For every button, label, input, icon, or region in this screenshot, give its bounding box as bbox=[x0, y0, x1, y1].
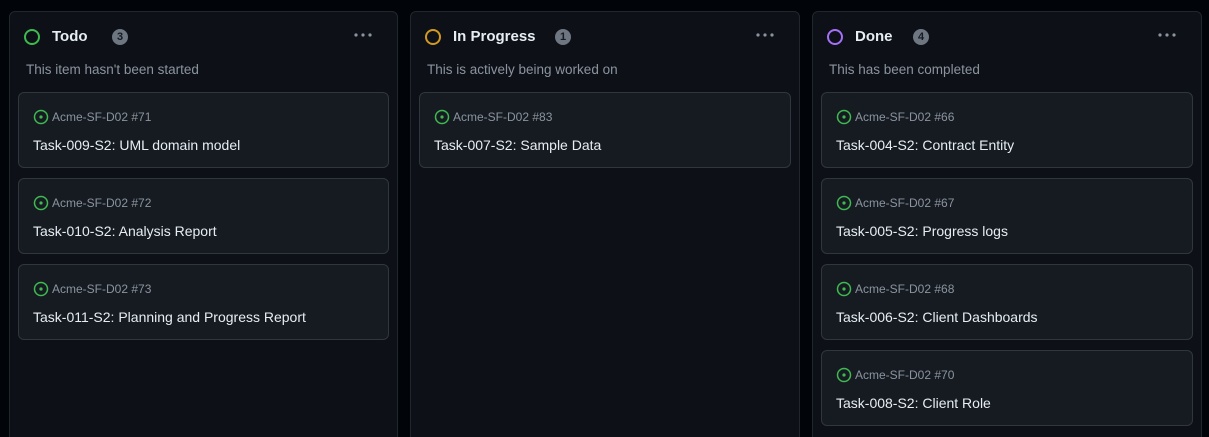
issue-title[interactable]: Task-011-S2: Planning and Progress Repor… bbox=[33, 308, 306, 326]
card-list: Acme-SF-D02 #71 Task-009-S2: UML domain … bbox=[18, 92, 389, 350]
issue-opened-icon bbox=[836, 281, 852, 297]
issue-opened-icon bbox=[836, 367, 852, 383]
issue-card[interactable]: Acme-SF-D02 #72 Task-010-S2: Analysis Re… bbox=[18, 178, 389, 254]
column-description: This has been completed bbox=[829, 62, 980, 77]
column-title: Done bbox=[855, 28, 893, 45]
column-header: Done 4 This has been completed bbox=[813, 12, 1201, 92]
issue-opened-icon bbox=[33, 195, 49, 211]
column-done: Done 4 This has been completed Acme-SF-D… bbox=[812, 11, 1202, 437]
issue-title[interactable]: Task-007-S2: Sample Data bbox=[434, 136, 601, 154]
card-list: Acme-SF-D02 #66 Task-004-S2: Contract En… bbox=[821, 92, 1193, 436]
issue-reference[interactable]: Acme-SF-D02 #68 bbox=[855, 282, 954, 296]
issue-reference[interactable]: Acme-SF-D02 #71 bbox=[52, 110, 151, 124]
issue-reference[interactable]: Acme-SF-D02 #66 bbox=[855, 110, 954, 124]
column-more-options-button[interactable] bbox=[1155, 27, 1179, 43]
project-board: Todo 3 This item hasn't been started Acm… bbox=[0, 0, 1209, 437]
column-header: Todo 3 This item hasn't been started bbox=[10, 12, 397, 92]
issue-card[interactable]: Acme-SF-D02 #71 Task-009-S2: UML domain … bbox=[18, 92, 389, 168]
issue-reference[interactable]: Acme-SF-D02 #72 bbox=[52, 196, 151, 210]
issue-card[interactable]: Acme-SF-D02 #73 Task-011-S2: Planning an… bbox=[18, 264, 389, 340]
issue-reference[interactable]: Acme-SF-D02 #73 bbox=[52, 282, 151, 296]
column-header: In Progress 1 This is actively being wor… bbox=[411, 12, 799, 92]
issue-opened-icon bbox=[33, 281, 49, 297]
card-list: Acme-SF-D02 #83 Task-007-S2: Sample Data bbox=[419, 92, 791, 178]
column-todo: Todo 3 This item hasn't been started Acm… bbox=[9, 11, 398, 437]
issue-card[interactable]: Acme-SF-D02 #68 Task-006-S2: Client Dash… bbox=[821, 264, 1193, 340]
issue-title[interactable]: Task-009-S2: UML domain model bbox=[33, 136, 240, 154]
issue-card[interactable]: Acme-SF-D02 #67 Task-005-S2: Progress lo… bbox=[821, 178, 1193, 254]
column-description: This item hasn't been started bbox=[26, 62, 199, 77]
issue-title[interactable]: Task-004-S2: Contract Entity bbox=[836, 136, 1014, 154]
issue-opened-icon bbox=[836, 109, 852, 125]
column-in-progress: In Progress 1 This is actively being wor… bbox=[410, 11, 800, 437]
issue-opened-icon bbox=[836, 195, 852, 211]
kebab-horizontal-icon bbox=[1158, 33, 1176, 37]
column-title: Todo bbox=[52, 28, 88, 45]
issue-reference[interactable]: Acme-SF-D02 #70 bbox=[855, 368, 954, 382]
issue-title[interactable]: Task-005-S2: Progress logs bbox=[836, 222, 1008, 240]
issue-card[interactable]: Acme-SF-D02 #83 Task-007-S2: Sample Data bbox=[419, 92, 791, 168]
column-more-options-button[interactable] bbox=[351, 27, 375, 43]
issue-title[interactable]: Task-010-S2: Analysis Report bbox=[33, 222, 217, 240]
issue-card[interactable]: Acme-SF-D02 #66 Task-004-S2: Contract En… bbox=[821, 92, 1193, 168]
column-more-options-button[interactable] bbox=[753, 27, 777, 43]
column-title: In Progress bbox=[453, 28, 536, 45]
item-count-badge: 3 bbox=[112, 29, 128, 45]
status-circle-icon bbox=[24, 29, 40, 45]
status-circle-icon bbox=[425, 29, 441, 45]
kebab-horizontal-icon bbox=[354, 33, 372, 37]
issue-title[interactable]: Task-008-S2: Client Role bbox=[836, 394, 991, 412]
item-count-badge: 1 bbox=[555, 29, 571, 45]
issue-card[interactable]: Acme-SF-D02 #70 Task-008-S2: Client Role bbox=[821, 350, 1193, 426]
item-count-badge: 4 bbox=[913, 29, 929, 45]
status-circle-icon bbox=[827, 29, 843, 45]
column-description: This is actively being worked on bbox=[427, 62, 618, 77]
issue-reference[interactable]: Acme-SF-D02 #67 bbox=[855, 196, 954, 210]
issue-opened-icon bbox=[434, 109, 450, 125]
issue-title[interactable]: Task-006-S2: Client Dashboards bbox=[836, 308, 1038, 326]
issue-reference[interactable]: Acme-SF-D02 #83 bbox=[453, 110, 552, 124]
kebab-horizontal-icon bbox=[756, 33, 774, 37]
issue-opened-icon bbox=[33, 109, 49, 125]
